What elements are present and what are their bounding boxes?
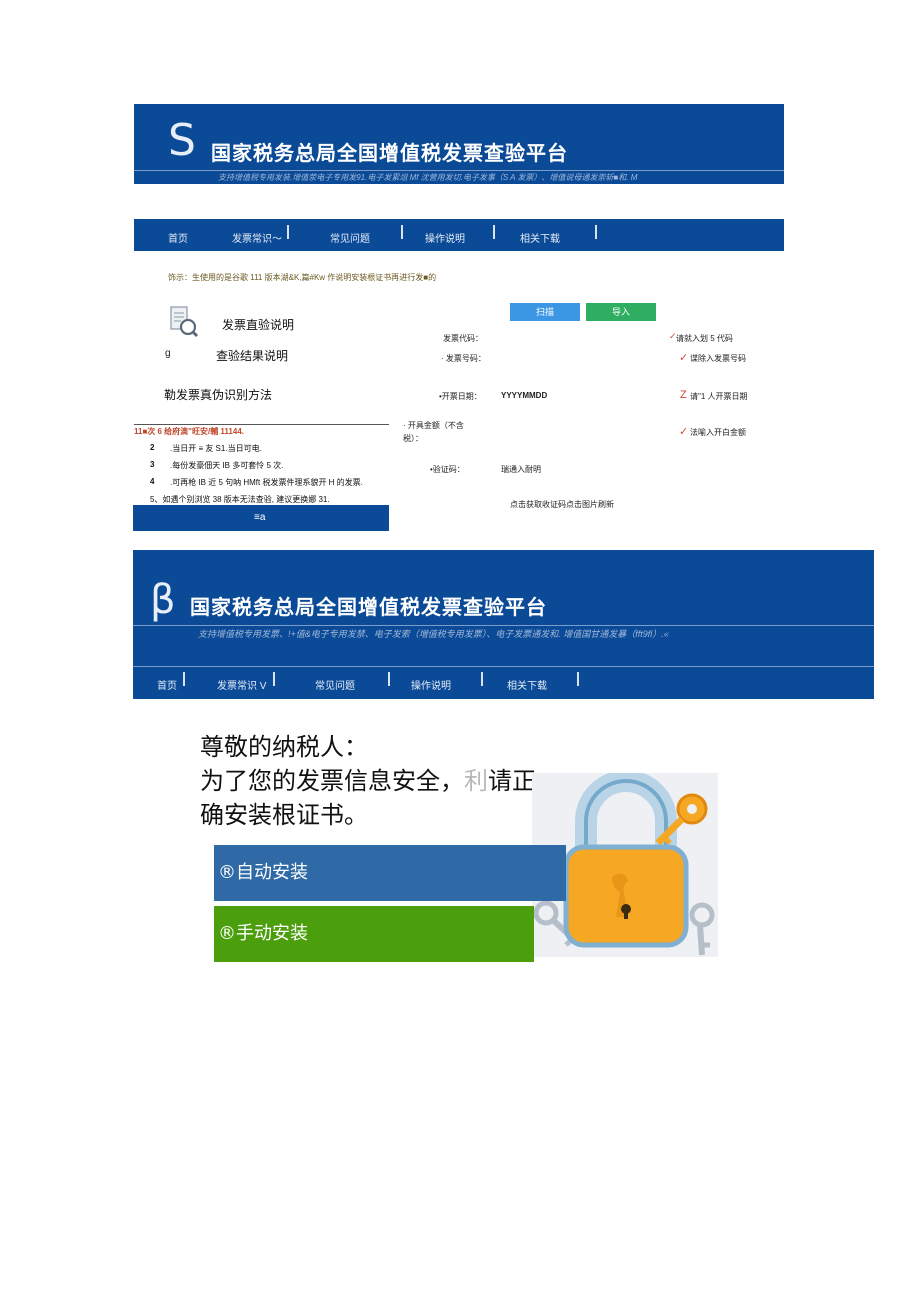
manual-install-button[interactable]: ®手动安装 bbox=[214, 906, 534, 962]
security-message-faint: 利 bbox=[464, 767, 488, 795]
tip-number: 3 bbox=[150, 460, 155, 469]
nav-separator bbox=[388, 672, 390, 686]
nav-invoice-knowledge[interactable]: 发票常识～ bbox=[232, 230, 282, 245]
second-title: 国家税务总局全国增值税发票查验平台 bbox=[190, 595, 547, 619]
invoice-code-label: 发票代码： bbox=[443, 334, 483, 343]
document-search-icon bbox=[168, 305, 200, 339]
header-divider bbox=[134, 170, 784, 171]
invoice-number-input[interactable] bbox=[500, 350, 660, 364]
verify-code-label: •验证码： bbox=[430, 465, 465, 474]
tip-text: .可再枪 IB 近 5 句呐 HMft 税发票件理系貌开 H 的发票. bbox=[170, 478, 363, 487]
issue-date-mark: Z bbox=[680, 389, 687, 401]
nav-separator bbox=[183, 672, 185, 686]
issue-date-hint: 请"1 人开票日期 bbox=[690, 392, 748, 401]
nav-faq[interactable]: 常见问题 bbox=[330, 230, 370, 245]
tip-number: 2 bbox=[150, 443, 155, 452]
nav-separator bbox=[595, 225, 597, 239]
invoice-code-input[interactable] bbox=[500, 330, 660, 344]
checkmark-icon: ✓ bbox=[679, 426, 689, 438]
second-banner-divider bbox=[133, 666, 874, 667]
security-message-text: 为了您的发票信息安全， bbox=[200, 767, 464, 795]
greeting: 尊敬的纳税人： bbox=[200, 733, 368, 761]
nav-separator bbox=[481, 672, 483, 686]
nav-separator bbox=[493, 225, 495, 239]
issue-date-label: •开票日期： bbox=[439, 392, 482, 401]
nav-downloads[interactable]: 相关下载 bbox=[520, 230, 560, 245]
platform-logo-icon: S bbox=[168, 115, 196, 166]
nav-separator bbox=[287, 225, 289, 239]
tips-divider bbox=[134, 424, 389, 425]
auto-install-button[interactable]: ®自动安装 bbox=[214, 845, 566, 901]
nav-operation-guide[interactable]: 操作说明 bbox=[425, 230, 465, 245]
platform-subtitle: 支持增值税专用发装.增值荥电子专用发91.电子发累俎 Mf 沈营用发切.电子发事… bbox=[218, 173, 638, 182]
security-message: 为了您的发票信息安全，利请正 bbox=[200, 761, 536, 796]
nav-separator bbox=[273, 672, 275, 686]
amount-input[interactable] bbox=[500, 424, 660, 438]
nav-faq[interactable]: 常见问题 bbox=[315, 677, 355, 692]
platform-title: 国家税务总局全国增值税发票查验平台 bbox=[211, 141, 568, 165]
security-message-end: 请正 bbox=[488, 767, 536, 795]
scan-button[interactable]: 扫描 bbox=[510, 303, 580, 321]
menu-authenticity-methods[interactable]: 勒发票真伪识别方法 bbox=[164, 386, 272, 403]
nav-downloads[interactable]: 相关下载 bbox=[507, 677, 547, 692]
tip-text: 5、如遇个别浏览 38 版本无法查验, 建议更换娜 31. bbox=[150, 495, 330, 504]
nav-invoice-knowledge[interactable]: 发票常识 V bbox=[217, 677, 266, 692]
tip-text: .当日开 ≡ 友 S1.当日可电. bbox=[170, 444, 262, 453]
second-logo-icon: β bbox=[150, 577, 176, 623]
nav-operation-guide[interactable]: 操作说明 bbox=[411, 677, 451, 692]
menu-verification-guide[interactable]: 发票直验说明 bbox=[222, 316, 294, 333]
invoice-number-label: · 发票号码： bbox=[441, 354, 486, 363]
menu-bullet: g bbox=[165, 348, 171, 359]
tips-header: 11■次 6 给府滴"旺安/輔 11144. bbox=[134, 427, 245, 436]
nav-separator bbox=[577, 672, 579, 686]
nav-home[interactable]: 首页 bbox=[168, 230, 188, 245]
captcha-hint[interactable]: 点击获取收证码点击图片刷新 bbox=[510, 499, 614, 510]
checkmark-icon: ✓ bbox=[679, 352, 689, 364]
left-footer-label: ≡a bbox=[254, 512, 266, 523]
amount-label-cont: 税）： bbox=[403, 434, 423, 443]
install-cert-message: 确安装根证书。 bbox=[200, 801, 368, 829]
import-button[interactable]: 导入 bbox=[586, 303, 656, 321]
issue-date-input[interactable]: YYYYMMDD bbox=[501, 391, 547, 400]
tip-text: .每份发豪佃天 IB 多可套怜 5 次. bbox=[170, 461, 284, 470]
nav-separator bbox=[401, 225, 403, 239]
invoice-code-hint: 请就入划 5 代码 bbox=[676, 334, 733, 343]
tip-number: 4 bbox=[150, 477, 155, 486]
nav-home[interactable]: 首页 bbox=[157, 677, 177, 692]
amount-label: · 开具金额（不含 bbox=[403, 421, 464, 430]
second-banner-divider bbox=[133, 625, 874, 626]
menu-result-guide[interactable]: 查验结果说明 bbox=[216, 347, 288, 364]
browser-notice: 饰示：生使用的是谷歌 111 版本湖&K,篇#Kw 作说明安装根证书再进行发■的 bbox=[168, 273, 437, 282]
second-subtitle: 支持增值税专用发票、!+值&电子专用发禁、电子发索（増值税专用发票）、电子发票通… bbox=[198, 629, 669, 639]
invoice-number-hint: 谍除入发票号码 bbox=[690, 354, 746, 363]
verify-code-input[interactable]: 瑞通入耐明 bbox=[501, 464, 541, 475]
amount-hint: 法喻入开白金额 bbox=[690, 428, 746, 437]
